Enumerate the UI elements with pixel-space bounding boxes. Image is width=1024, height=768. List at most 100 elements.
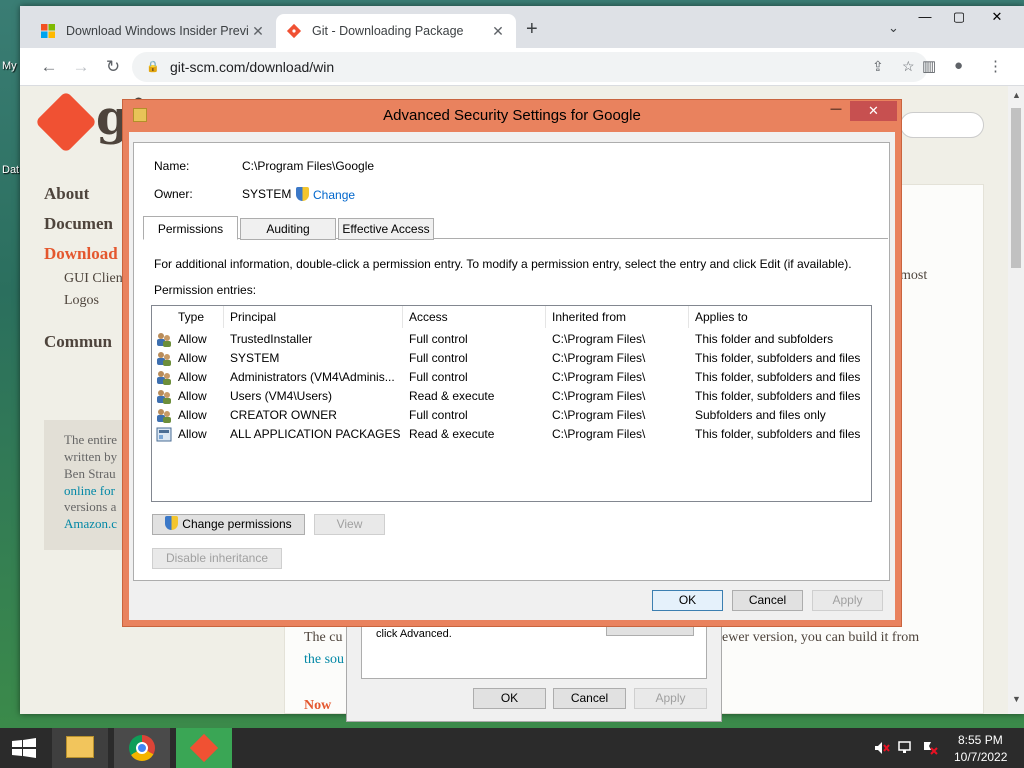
properties-hint: click Advanced. (376, 628, 452, 640)
new-tab-button[interactable]: + (526, 18, 538, 41)
name-value: C:\Program Files\Google (242, 159, 375, 173)
chrome-taskbar-button[interactable] (114, 728, 170, 768)
start-button-icon[interactable] (10, 738, 38, 758)
tab-auditing[interactable]: Auditing (240, 218, 336, 240)
scroll-down-icon[interactable]: ▼ (1012, 694, 1021, 704)
section-heading: Now (304, 698, 332, 713)
cell-inherited-from: C:\Program Files\ (552, 427, 646, 441)
permission-entry-row[interactable]: Allow Users (VM4\Users) Read & execute C:\P… (152, 387, 871, 406)
clock-time[interactable]: 8:55 PM (958, 733, 1003, 747)
side-panel-icon[interactable]: ▥ (922, 57, 936, 75)
tab-close-icon[interactable]: ✕ (490, 23, 506, 40)
column-header-type[interactable]: Type (172, 306, 224, 328)
windows-logo-icon (41, 24, 55, 38)
permission-entry-row[interactable]: Allow TrustedInstaller Full control C:\Prog… (152, 330, 871, 349)
cancel-button[interactable]: Cancel (732, 590, 803, 611)
properties-panel: click Advanced. (361, 623, 707, 679)
desktop-icon-label[interactable]: Dat (2, 164, 19, 176)
column-header-applies-to[interactable]: Applies to (689, 306, 871, 328)
nav-community[interactable]: Commun (44, 332, 112, 352)
cell-applies-to: This folder, subfolders and files (695, 351, 861, 365)
tab-permissions[interactable]: Permissions (143, 216, 238, 240)
permission-entry-row[interactable]: Allow SYSTEM Full control C:\Program Files\… (152, 349, 871, 368)
dialog-title: Advanced Security Settings for Google (383, 107, 641, 124)
share-icon[interactable]: ⇪ (872, 58, 884, 75)
nav-about[interactable]: About (44, 184, 89, 204)
book-link[interactable]: online for (64, 483, 120, 499)
address-bar[interactable]: 🔒 git-scm.com/download/win ⇪ ☆ (132, 52, 928, 82)
permission-entry-row[interactable]: Allow CREATOR OWNER Full control C:\Program… (152, 406, 871, 425)
google-properties-dialog: click Advanced. OK Cancel Apply (346, 620, 722, 722)
nav-downloads[interactable]: Download (44, 244, 118, 264)
site-search-input[interactable] (900, 112, 984, 138)
tab-search-icon[interactable]: ⌄ (888, 20, 899, 36)
dialog-minimize-button[interactable]: — (823, 100, 849, 120)
network-icon[interactable] (898, 740, 914, 756)
scroll-up-icon[interactable]: ▲ (1012, 90, 1021, 100)
properties-ok-button[interactable]: OK (473, 688, 546, 709)
properties-cancel-button[interactable]: Cancel (553, 688, 626, 709)
tab-close-icon[interactable]: ✕ (250, 23, 266, 40)
cell-applies-to: This folder, subfolders and files (695, 427, 861, 441)
cell-inherited-from: C:\Program Files\ (552, 370, 646, 384)
lock-icon[interactable]: 🔒 (146, 60, 160, 73)
users-icon (157, 333, 171, 347)
permission-entries-list[interactable]: Type Principal Access Inherited from App… (151, 305, 872, 502)
cell-inherited-from: C:\Program Files\ (552, 389, 646, 403)
source-link[interactable]: the sou (304, 652, 344, 668)
tab-effective-access[interactable]: Effective Access (338, 218, 434, 240)
tab-title: Download Windows Insider Previ (66, 24, 249, 38)
volume-muted-icon[interactable] (874, 740, 890, 756)
file-explorer-taskbar-button[interactable] (52, 728, 108, 768)
git-logo-icon (286, 23, 302, 39)
owner-change-link[interactable]: Change (296, 187, 355, 202)
git-logo-icon[interactable] (34, 90, 98, 154)
column-header-principal[interactable]: Principal (224, 306, 403, 328)
cell-type: Allow (178, 351, 207, 365)
reload-icon[interactable]: ↻ (102, 56, 124, 78)
desktop-icon-label[interactable]: My (2, 60, 17, 72)
properties-apply-button[interactable]: Apply (634, 688, 707, 709)
tab-windows-insider[interactable]: Download Windows Insider Previ ✕ (30, 14, 276, 48)
dialog-body: Name: C:\Program Files\Google Owner: SYS… (129, 132, 895, 620)
column-header-access[interactable]: Access (403, 306, 546, 328)
minimize-button[interactable]: — (908, 6, 942, 28)
book-link[interactable]: Amazon.c (64, 516, 120, 532)
cell-applies-to: This folder and subfolders (695, 332, 834, 346)
owner-value: SYSTEM (242, 187, 292, 201)
advanced-security-dialog: Advanced Security Settings for Google — … (122, 99, 902, 627)
profile-icon[interactable]: ● (954, 57, 963, 74)
bookmark-star-icon[interactable]: ☆ (902, 58, 915, 75)
permission-entry-row[interactable]: Allow ALL APPLICATION PACKAGES Read & exec… (152, 425, 871, 444)
git-taskbar-button[interactable] (176, 728, 232, 768)
view-button[interactable]: View (314, 514, 385, 535)
nav-documentation[interactable]: Documen (44, 214, 113, 234)
column-header-inherited[interactable]: Inherited from (546, 306, 689, 328)
forward-icon[interactable]: → (70, 56, 92, 78)
change-permissions-button[interactable]: Change permissions (152, 514, 305, 535)
permission-entry-row[interactable]: Allow Administrators (VM4\Adminis... Full … (152, 368, 871, 387)
ok-button[interactable]: OK (652, 590, 723, 611)
cell-applies-to: This folder, subfolders and files (695, 389, 861, 403)
back-icon[interactable]: ← (38, 56, 60, 78)
action-center-icon[interactable] (922, 740, 938, 756)
tab-git-download[interactable]: Git - Downloading Package ✕ (276, 14, 516, 48)
clock-date[interactable]: 10/7/2022 (954, 750, 1007, 764)
owner-change-text[interactable]: Change (313, 188, 355, 202)
page-scrollbar[interactable]: ▲ ▼ (1008, 86, 1024, 714)
close-button[interactable]: ✕ (980, 6, 1014, 28)
git-app-icon (189, 733, 219, 763)
menu-icon[interactable]: ⋮ (988, 57, 1003, 75)
cell-type: Allow (178, 408, 207, 422)
nav-logos[interactable]: Logos (64, 293, 99, 309)
info-text: For additional information, double-click… (154, 257, 852, 271)
scroll-thumb[interactable] (1011, 108, 1021, 268)
dialog-close-button[interactable]: ✕ (850, 101, 897, 121)
disable-inheritance-button[interactable]: Disable inheritance (152, 548, 282, 569)
apply-button[interactable]: Apply (812, 590, 883, 611)
nav-gui-clients[interactable]: GUI Clien (64, 271, 123, 287)
maximize-button[interactable]: ▢ (942, 6, 976, 28)
book-text: versions a (64, 499, 117, 514)
url-text[interactable]: git-scm.com/download/win (170, 59, 334, 75)
cell-access: Full control (409, 370, 468, 384)
